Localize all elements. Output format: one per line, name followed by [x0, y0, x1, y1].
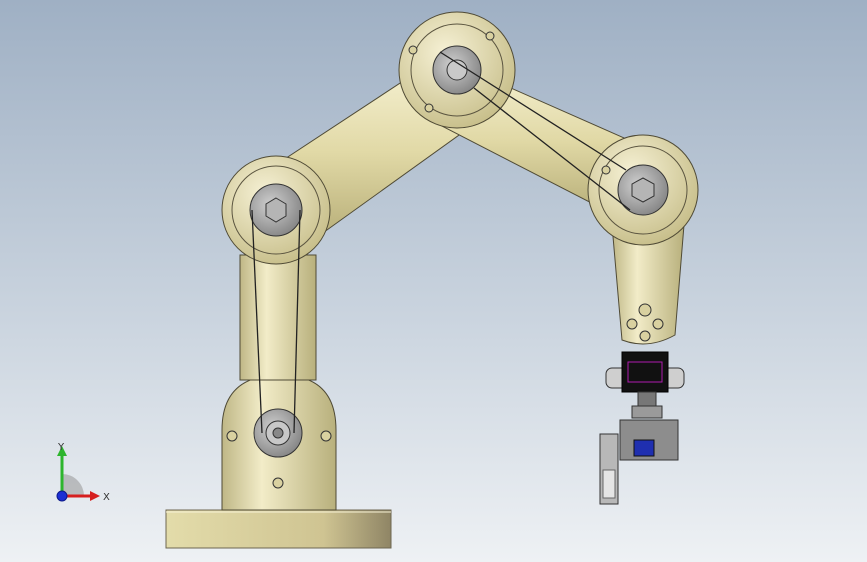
- gripper-blue-part: [633, 439, 655, 457]
- gripper-assembly[interactable]: [599, 351, 685, 505]
- wrist-bolt-right: [652, 318, 664, 330]
- wrist-bolt-top: [638, 303, 652, 317]
- lower-link[interactable]: [239, 254, 317, 381]
- coordinate-triad[interactable]: Y X: [50, 440, 120, 510]
- gripper-finger-pad: [602, 469, 616, 499]
- base-bolt-bottom: [272, 477, 284, 489]
- elbow-joint[interactable]: [398, 11, 516, 129]
- elbow-bolt-1: [408, 45, 418, 55]
- wrist-joint-bolt: [601, 165, 611, 175]
- gripper-shaft: [637, 391, 657, 407]
- x-axis-head: [90, 491, 100, 501]
- base-bolt-left: [226, 430, 238, 442]
- base-plate[interactable]: [165, 509, 392, 549]
- x-axis-label: X: [103, 492, 110, 503]
- graphics-viewport[interactable]: Y X: [0, 0, 867, 562]
- wrist-bolt-left: [626, 318, 638, 330]
- z-axis-dot: [56, 490, 68, 502]
- gripper-motor-block: [621, 351, 669, 393]
- robot-arm-model[interactable]: [0, 0, 867, 562]
- elbow-bolt-3: [485, 31, 495, 41]
- gripper-coupler: [631, 405, 663, 419]
- wrist-bolt-bottom: [639, 330, 651, 342]
- y-axis-label: Y: [57, 442, 65, 453]
- shoulder-joint[interactable]: [221, 155, 331, 265]
- base-bolt-right: [320, 430, 332, 442]
- elbow-bolt-2: [424, 103, 434, 113]
